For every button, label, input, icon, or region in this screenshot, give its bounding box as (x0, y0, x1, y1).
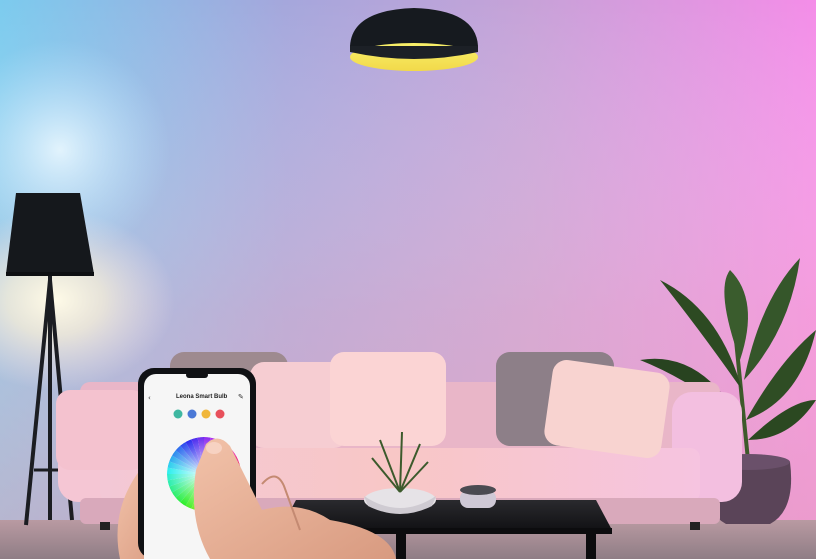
back-arrow-icon[interactable]: ‹ (148, 394, 151, 402)
preset-color-dot[interactable] (173, 409, 183, 419)
pendant-lamp (350, 8, 478, 71)
preset-color-dot[interactable] (187, 409, 197, 419)
scene-illustration: ‹ Leona Smart Bulb ✎ (0, 0, 816, 559)
smart-home-photo: ‹ Leona Smart Bulb ✎ (0, 0, 816, 559)
app-title: Leona Smart Bulb (176, 394, 228, 400)
edit-icon[interactable]: ✎ (238, 393, 244, 401)
preset-color-dot[interactable] (215, 409, 225, 419)
preset-color-dot[interactable] (201, 409, 211, 419)
